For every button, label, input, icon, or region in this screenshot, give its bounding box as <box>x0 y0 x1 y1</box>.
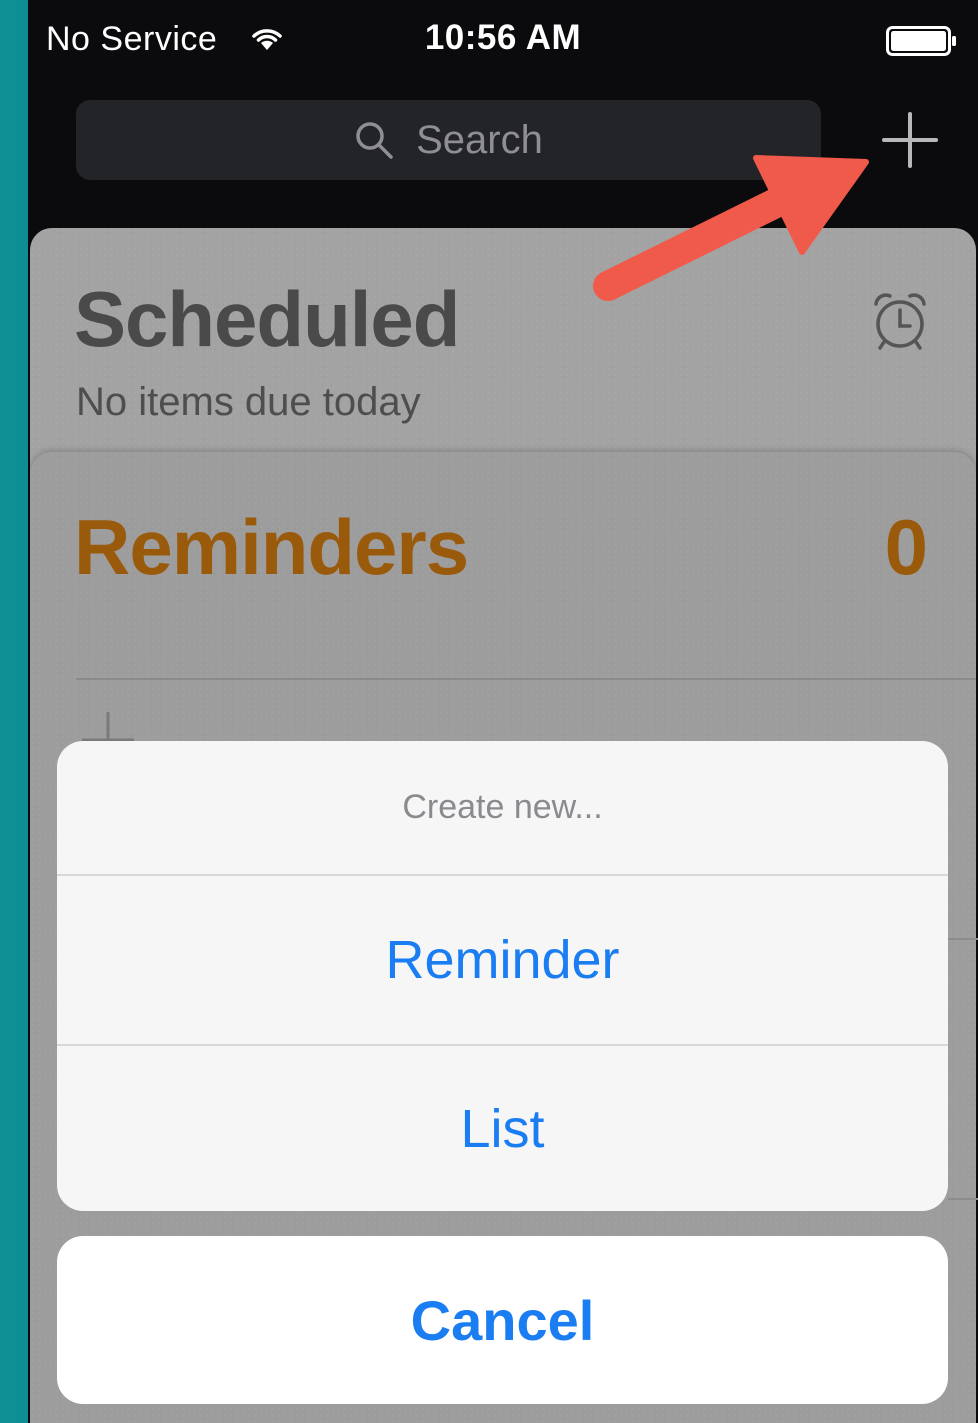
status-bar: No Service 10:56 AM <box>28 0 978 82</box>
scheduled-subtitle: No items due today <box>76 380 421 424</box>
scheduled-title: Scheduled <box>74 275 460 363</box>
list-divider <box>76 678 976 680</box>
annotation-arrow-icon <box>593 155 869 301</box>
reminders-count: 0 <box>884 503 928 591</box>
cancel-button[interactable]: Cancel <box>57 1236 948 1404</box>
battery-icon <box>886 26 956 56</box>
create-reminder-option[interactable]: Reminder <box>57 876 948 1044</box>
reminders-title: Reminders <box>74 503 469 591</box>
list-divider <box>948 1198 978 1200</box>
page: No Service 10:56 AM Search Scheduled No … <box>0 0 978 1423</box>
create-list-option[interactable]: List <box>57 1046 948 1211</box>
status-time: 10:56 AM <box>424 18 582 57</box>
list-divider <box>948 938 978 940</box>
plus-icon <box>882 112 938 168</box>
add-button[interactable] <box>880 110 940 170</box>
action-sheet-title: Create new... <box>402 788 603 826</box>
search-placeholder: Search <box>416 117 543 162</box>
search-icon <box>356 122 393 159</box>
action-sheet: Create new... Reminder List <box>57 741 948 1211</box>
